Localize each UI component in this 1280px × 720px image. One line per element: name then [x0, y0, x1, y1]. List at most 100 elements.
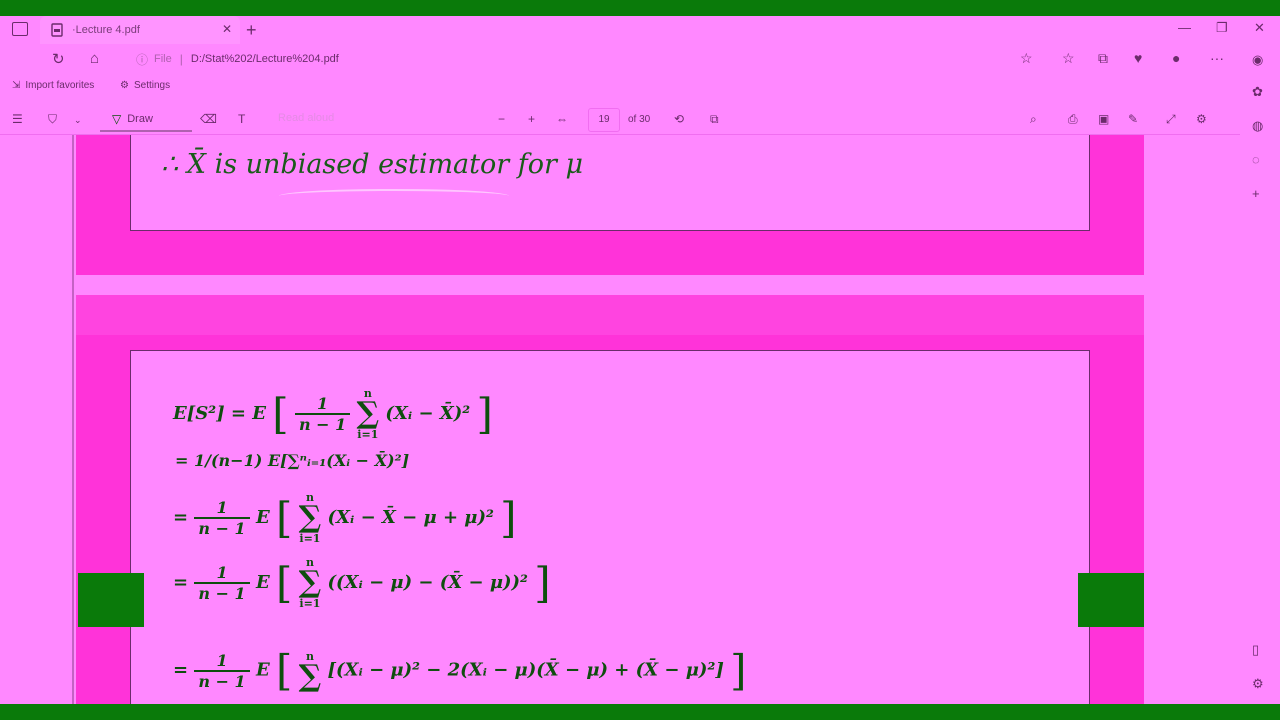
bracket: ]: [476, 389, 493, 439]
left-green-block: [78, 573, 144, 627]
slide-current: E[S²] = E [ 1 n − 1 n ∑ i=1 (Xᵢ − X̄)² ]…: [76, 295, 1144, 704]
pdf-viewport[interactable]: ∴ X̄ is unbiased estimator for μ E[S²] =…: [0, 135, 1240, 704]
sidebar-settings-icon[interactable]: ⚙: [1252, 676, 1264, 692]
tab-title: ·Lecture 4.pdf: [72, 24, 140, 36]
bracket: [: [272, 389, 289, 439]
close-window-icon[interactable]: ✕: [1254, 20, 1265, 36]
browser-essentials-icon[interactable]: ♥: [1134, 50, 1142, 66]
tab-actions-icon[interactable]: [12, 22, 28, 36]
close-tab-icon[interactable]: ✕: [222, 22, 232, 36]
fit-page-icon[interactable]: ⇔: [556, 112, 568, 126]
restore-icon[interactable]: ❐: [1216, 20, 1228, 36]
summand: [(Xᵢ − μ)² − 2(Xᵢ − μ)(X̄ − μ) + (X̄ − μ…: [327, 659, 724, 681]
print-icon[interactable]: ⎙: [1068, 112, 1078, 127]
sigma-symbol: ∑: [298, 565, 322, 600]
bracket: ]: [500, 493, 517, 543]
equation-line-4: = 1 n − 1 E [ n ∑ i=1 ((Xᵢ − μ) − (X̄ − …: [173, 556, 551, 610]
pdf-toolbar: ☰ ⛉ ⌄ ▽ Draw ⌫ T Read aloud − + ⇔ 19 of …: [0, 104, 1240, 135]
gear-icon: ⚙: [120, 80, 129, 91]
page-number-input[interactable]: 19: [588, 108, 620, 132]
numerator: 1: [194, 498, 250, 519]
save-as-icon[interactable]: ✎: [1128, 112, 1138, 126]
page-edge: [72, 135, 74, 704]
url-text: D:/Stat%202/Lecture%204.pdf: [190, 53, 339, 65]
info-icon[interactable]: ⓘ: [136, 51, 148, 68]
highlight-icon[interactable]: ⛉: [48, 112, 57, 127]
bottom-green-bar: [0, 704, 1280, 720]
pdf-icon: [51, 23, 63, 37]
page-count: of 30: [628, 114, 651, 125]
refresh-icon[interactable]: ↻: [52, 50, 65, 68]
summand: (Xᵢ − X̄)²: [385, 403, 471, 424]
summation: n ∑: [299, 650, 322, 692]
sum-lower: i=1: [299, 532, 321, 545]
tab-strip: ·Lecture 4.pdf ✕ + — ❐ ✕: [0, 16, 1280, 44]
read-aloud-button[interactable]: Read aloud: [278, 112, 334, 124]
fraction: 1 n − 1: [194, 498, 250, 538]
contents-icon[interactable]: ☰: [12, 112, 23, 126]
ink-scribble: [279, 189, 509, 203]
pdf-settings-icon[interactable]: ⚙: [1196, 112, 1207, 126]
bracket: ]: [534, 558, 551, 608]
favorites-icon[interactable]: ☆: [1062, 50, 1075, 67]
new-tab-icon[interactable]: +: [246, 20, 257, 41]
add-favorite-icon[interactable]: ☆: [1020, 50, 1033, 67]
summand: ((Xᵢ − μ) − (X̄ − μ))²: [327, 572, 528, 593]
tools-icon[interactable]: ✿: [1252, 84, 1263, 100]
split-screen-icon[interactable]: ▯: [1252, 642, 1259, 658]
top-green-bar: [0, 0, 1280, 16]
favorites-item-import[interactable]: ⇲ Import favorites: [12, 80, 94, 91]
eraser-icon[interactable]: ⌫: [200, 112, 217, 126]
more-icon[interactable]: ···: [1210, 50, 1224, 66]
copilot-icon[interactable]: ◉: [1252, 52, 1263, 68]
favorites-item-settings[interactable]: ⚙ Settings: [120, 80, 170, 91]
summation: n ∑ i=1: [299, 556, 322, 610]
search-icon[interactable]: ⌕: [1030, 112, 1037, 127]
bracket: [: [275, 493, 293, 543]
save-icon[interactable]: ▣: [1098, 112, 1109, 126]
outlook-icon[interactable]: ◍: [1252, 118, 1263, 134]
sigma-symbol: ∑: [298, 500, 322, 535]
fullscreen-icon[interactable]: ⤢: [1166, 112, 1176, 127]
unbiased-statement: ∴ X̄ is unbiased estimator for μ: [161, 149, 584, 180]
address-bar[interactable]: ⓘ File | D:/Stat%202/Lecture%204.pdf: [130, 47, 1010, 71]
sum-lower: i=1: [357, 428, 379, 441]
bracket: [: [275, 646, 293, 695]
equals-sign: =: [173, 659, 195, 681]
address-bar-row: ↻ ⌂ ⓘ File | D:/Stat%202/Lecture%204.pdf…: [0, 44, 1240, 74]
draw-button[interactable]: ▽ Draw: [100, 108, 192, 132]
summand: (Xᵢ − X̄ − μ + μ)²: [327, 507, 494, 528]
tab-lecture-4[interactable]: ·Lecture 4.pdf ✕: [40, 16, 240, 44]
page-view-icon[interactable]: ⧉: [710, 112, 719, 127]
zoom-in-icon[interactable]: +: [528, 112, 535, 126]
bracket: ]: [730, 646, 747, 695]
slide-band: [76, 295, 1144, 335]
slide-current-content: E[S²] = E [ 1 n − 1 n ∑ i=1 (Xᵢ − X̄)² ]…: [130, 350, 1090, 704]
address-separator: |: [179, 52, 183, 66]
equals-sign: =: [173, 572, 195, 593]
text-box-icon[interactable]: T: [238, 112, 245, 126]
games-icon[interactable]: ◌: [1252, 152, 1260, 167]
zoom-out-icon[interactable]: −: [498, 112, 505, 126]
denominator: n − 1: [198, 519, 246, 538]
denominator: n − 1: [298, 415, 347, 434]
right-green-block: [1078, 573, 1144, 627]
draw-label: Draw: [127, 113, 153, 125]
add-sidebar-icon[interactable]: +: [1252, 186, 1260, 201]
expectation-e: E: [255, 572, 270, 593]
numerator: 1: [294, 394, 351, 415]
equals-sign: =: [173, 507, 195, 528]
collections-icon[interactable]: ⧉: [1098, 50, 1108, 67]
sigma-symbol: ∑: [356, 396, 380, 431]
lhs-expectation: E[S²] = E: [173, 403, 266, 424]
profile-icon[interactable]: ●: [1172, 50, 1180, 66]
home-icon[interactable]: ⌂: [90, 50, 99, 67]
denominator: n − 1: [198, 671, 246, 691]
equation-line-3: = 1 n − 1 E [ n ∑ i=1 (Xᵢ − X̄ − μ + μ)²…: [173, 491, 517, 545]
favorites-bar: ⇲ Import favorites ⚙ Settings: [0, 76, 1240, 98]
rotate-icon[interactable]: ⟲: [674, 112, 684, 126]
chevron-down-icon[interactable]: ⌄: [74, 115, 82, 126]
minimize-icon[interactable]: —: [1178, 20, 1191, 35]
denominator: n − 1: [198, 584, 246, 603]
numerator: 1: [194, 563, 250, 584]
